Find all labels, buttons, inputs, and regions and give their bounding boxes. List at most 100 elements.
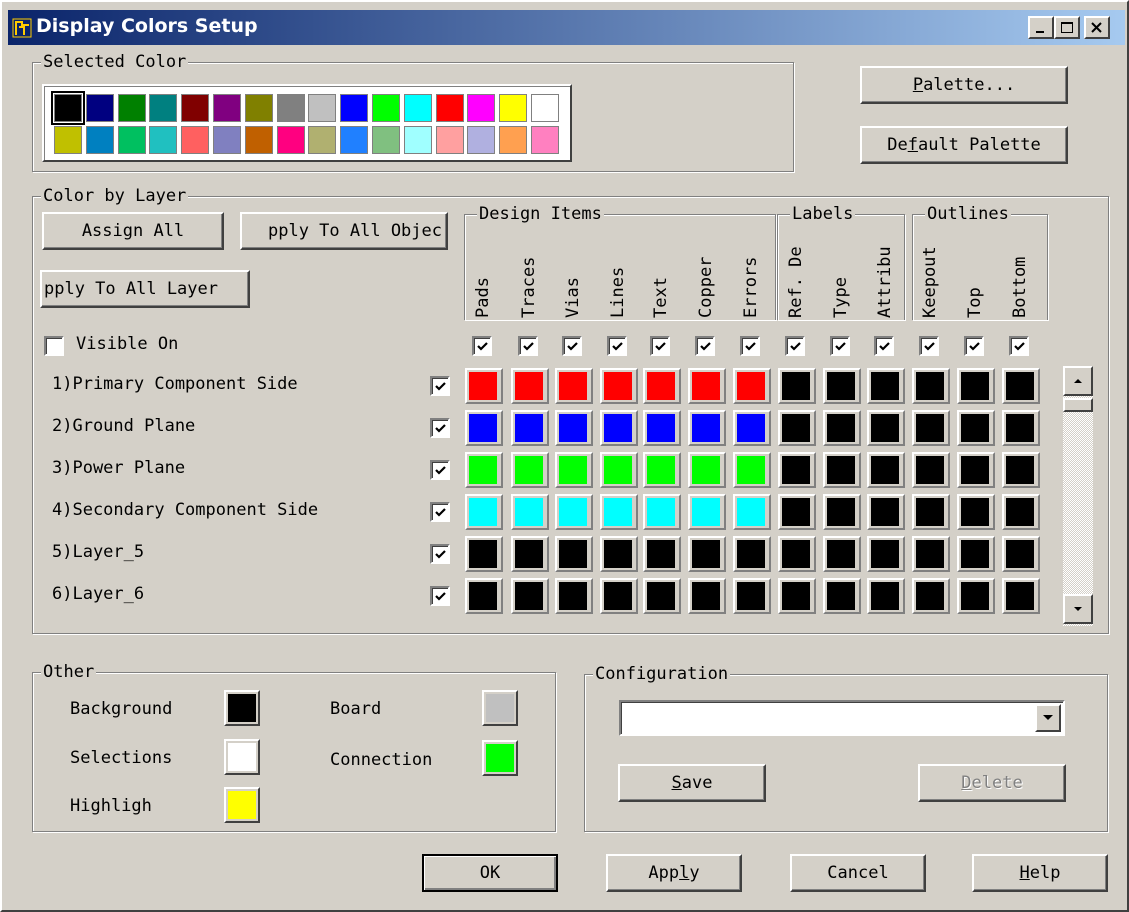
layer-color-cell[interactable] [465,452,503,488]
minimize-button[interactable] [1028,16,1054,39]
palette-swatch[interactable] [467,126,496,154]
palette-swatch[interactable] [181,94,210,122]
layer-visible-checkbox[interactable] [430,586,450,606]
layer-color-cell[interactable] [957,410,995,446]
layer-color-cell[interactable] [778,536,816,572]
column-visible-checkbox[interactable] [695,336,715,356]
layer-color-cell[interactable] [643,368,681,404]
layer-color-cell[interactable] [823,578,861,614]
palette-swatch[interactable] [403,126,432,154]
layer-color-cell[interactable] [957,368,995,404]
layer-color-cell[interactable] [778,578,816,614]
layer-visible-checkbox[interactable] [430,418,450,438]
layer-color-cell[interactable] [688,452,726,488]
layer-color-cell[interactable] [465,410,503,446]
apply-button[interactable]: Apply [606,854,742,892]
column-visible-checkbox[interactable] [874,336,894,356]
configuration-dropdown-button[interactable] [1035,704,1061,732]
palette-swatch[interactable] [54,126,82,154]
palette-swatch[interactable] [499,94,528,122]
layer-color-cell[interactable] [733,368,771,404]
palette-swatch[interactable] [85,126,114,154]
layer-color-cell[interactable] [733,410,771,446]
layer-color-cell[interactable] [600,578,638,614]
palette-swatch[interactable] [372,126,400,154]
highligh-color-swatch[interactable] [224,787,260,823]
column-visible-checkbox[interactable] [785,336,805,356]
layer-color-cell[interactable] [1002,578,1040,614]
palette-swatch[interactable] [117,94,146,122]
layer-color-cell[interactable] [643,494,681,530]
selections-color-swatch[interactable] [224,739,260,775]
layer-color-cell[interactable] [555,536,593,572]
layer-color-cell[interactable] [511,536,549,572]
palette-swatch[interactable] [181,126,210,154]
column-visible-checkbox[interactable] [650,336,670,356]
layer-color-cell[interactable] [465,536,503,572]
layer-color-cell[interactable] [1002,368,1040,404]
layer-color-cell[interactable] [778,410,816,446]
layer-color-cell[interactable] [600,368,638,404]
layer-color-cell[interactable] [555,368,593,404]
layer-color-cell[interactable] [555,578,593,614]
palette-swatch[interactable] [149,94,178,122]
layer-color-cell[interactable] [823,410,861,446]
layer-color-cell[interactable] [688,494,726,530]
help-button[interactable]: Help [972,854,1108,892]
layer-color-cell[interactable] [555,452,593,488]
layer-color-cell[interactable] [1002,452,1040,488]
layer-color-cell[interactable] [778,494,816,530]
layer-color-cell[interactable] [912,410,950,446]
layer-color-cell[interactable] [867,410,905,446]
ok-button[interactable]: OK [422,854,558,892]
layer-color-cell[interactable] [643,578,681,614]
palette-swatch[interactable] [308,94,337,122]
layer-color-cell[interactable] [688,578,726,614]
layer-color-cell[interactable] [600,494,638,530]
palette-swatch[interactable] [531,126,559,154]
layer-color-cell[interactable] [643,536,681,572]
visible-on-checkbox[interactable] [44,336,64,356]
layer-color-cell[interactable] [912,536,950,572]
delete-button[interactable]: Delete [918,764,1066,802]
layer-color-cell[interactable] [733,578,771,614]
layer-color-cell[interactable] [511,368,549,404]
layer-color-cell[interactable] [823,452,861,488]
layer-color-cell[interactable] [600,536,638,572]
layer-color-cell[interactable] [957,536,995,572]
layer-color-cell[interactable] [912,452,950,488]
palette-swatch[interactable] [372,94,400,122]
cancel-button[interactable]: Cancel [790,854,926,892]
board-color-swatch[interactable] [482,690,518,726]
palette-swatch[interactable] [149,126,178,154]
layer-color-cell[interactable] [957,494,995,530]
maximize-button[interactable] [1054,16,1080,39]
layer-color-cell[interactable] [867,536,905,572]
palette-swatch[interactable] [403,94,432,122]
layer-visible-checkbox[interactable] [430,544,450,564]
layer-color-cell[interactable] [688,368,726,404]
layer-color-cell[interactable] [511,578,549,614]
layer-color-cell[interactable] [643,410,681,446]
column-visible-checkbox[interactable] [562,336,582,356]
title-bar[interactable]: Display Colors Setup [8,10,1125,45]
layer-color-cell[interactable] [733,494,771,530]
palette-swatch[interactable] [51,91,85,125]
background-color-swatch[interactable] [224,690,260,726]
layer-color-cell[interactable] [867,368,905,404]
layer-visible-checkbox[interactable] [430,502,450,522]
layer-color-cell[interactable] [912,494,950,530]
layer-color-cell[interactable] [555,494,593,530]
layer-color-cell[interactable] [465,494,503,530]
palette-swatch[interactable] [435,126,464,154]
layer-color-cell[interactable] [643,452,681,488]
layer-color-cell[interactable] [511,452,549,488]
palette-swatch[interactable] [213,94,241,122]
layer-color-cell[interactable] [465,368,503,404]
layer-color-cell[interactable] [600,410,638,446]
layer-color-cell[interactable] [688,410,726,446]
layer-color-cell[interactable] [688,536,726,572]
layer-color-cell[interactable] [823,368,861,404]
layer-color-cell[interactable] [867,452,905,488]
connection-color-swatch[interactable] [482,740,518,776]
